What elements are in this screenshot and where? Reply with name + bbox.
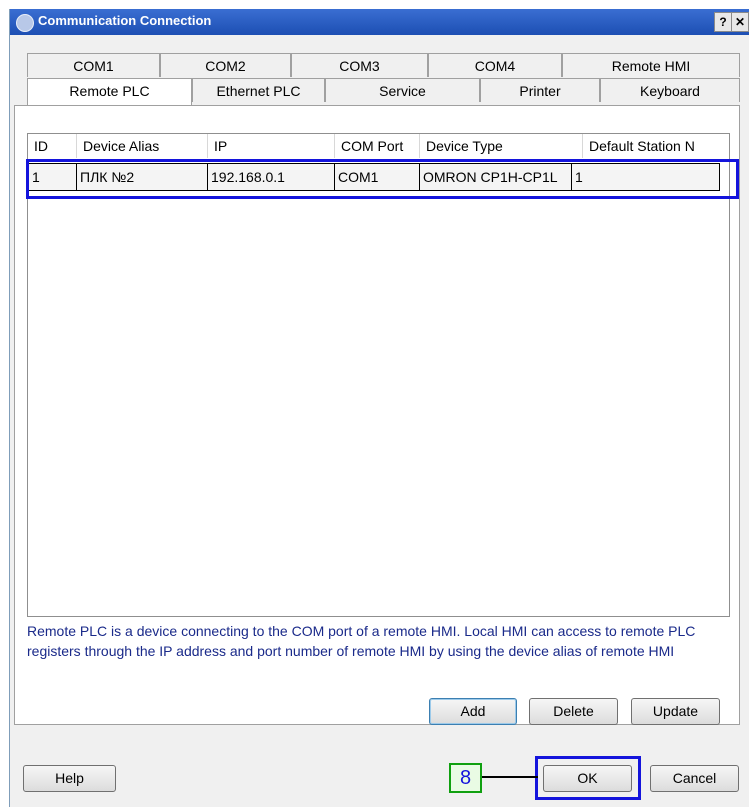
add-button[interactable]: Add	[429, 698, 517, 725]
col-header-default-station[interactable]: Default Station N	[583, 134, 729, 158]
delete-button[interactable]: Delete	[529, 698, 618, 725]
col-header-device-alias[interactable]: Device Alias	[77, 134, 208, 158]
tab-com1[interactable]: COM1	[27, 53, 160, 77]
col-header-device-type[interactable]: Device Type	[420, 134, 583, 158]
cancel-button[interactable]: Cancel	[650, 765, 739, 792]
tab-service[interactable]: Service	[325, 78, 480, 102]
step-callout-badge: 8	[449, 763, 482, 793]
callout-connector-line	[482, 776, 538, 778]
tab-keyboard[interactable]: Keyboard	[600, 78, 740, 102]
col-header-com-port[interactable]: COM Port	[335, 134, 420, 158]
col-header-ip[interactable]: IP	[208, 134, 335, 158]
tab-ethernet-plc[interactable]: Ethernet PLC	[192, 78, 325, 102]
help-button[interactable]: Help	[23, 765, 116, 792]
ok-highlight-box	[535, 756, 641, 800]
tab-printer[interactable]: Printer	[480, 78, 600, 102]
context-help-button[interactable]: ?	[714, 12, 732, 32]
tab-com3[interactable]: COM3	[291, 53, 428, 77]
tab-remote-hmi[interactable]: Remote HMI	[562, 53, 740, 77]
title-bar: Communication Connection ? ✕	[10, 9, 749, 35]
update-button[interactable]: Update	[631, 698, 720, 725]
description-text: Remote PLC is a device connecting to the…	[27, 623, 696, 659]
tab-com2[interactable]: COM2	[160, 53, 291, 77]
window-title: Communication Connection	[38, 13, 212, 28]
app-icon	[16, 14, 34, 32]
tab-com4[interactable]: COM4	[428, 53, 562, 77]
tab-remote-plc[interactable]: Remote PLC	[27, 78, 192, 105]
close-button[interactable]: ✕	[731, 12, 749, 32]
row-highlight-box	[26, 159, 739, 199]
device-list[interactable]: ID Device Alias IP COM Port Device Type …	[27, 133, 730, 617]
col-header-id[interactable]: ID	[28, 134, 77, 158]
